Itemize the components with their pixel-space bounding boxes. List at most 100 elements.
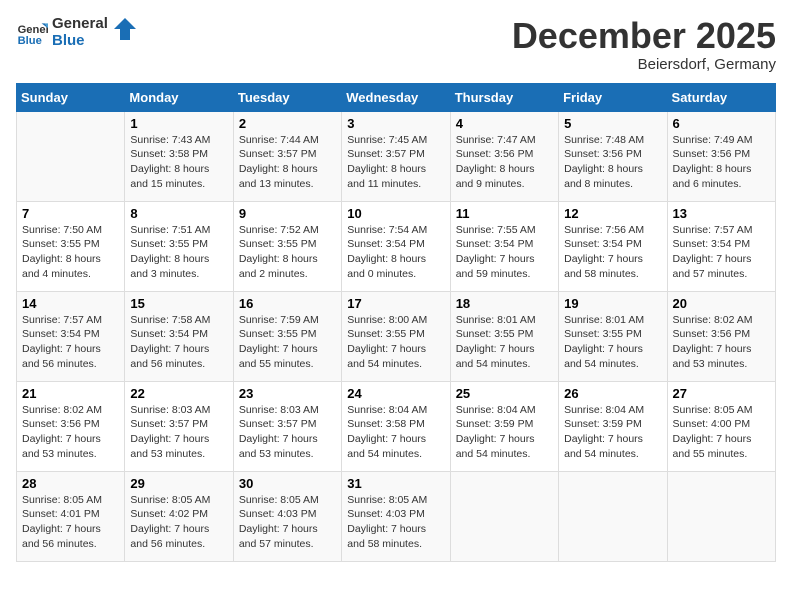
day-info: Sunrise: 7:50 AM Sunset: 3:55 PM Dayligh… <box>22 223 119 282</box>
day-number: 9 <box>239 206 336 221</box>
day-number: 5 <box>564 116 661 131</box>
calendar-cell: 9Sunrise: 7:52 AM Sunset: 3:55 PM Daylig… <box>233 201 341 291</box>
day-info: Sunrise: 8:05 AM Sunset: 4:01 PM Dayligh… <box>22 493 119 552</box>
logo-blue: Blue <box>52 33 108 50</box>
day-number: 7 <box>22 206 119 221</box>
calendar-cell: 29Sunrise: 8:05 AM Sunset: 4:02 PM Dayli… <box>125 471 233 561</box>
weekday-header-tuesday: Tuesday <box>233 83 341 111</box>
calendar-cell: 27Sunrise: 8:05 AM Sunset: 4:00 PM Dayli… <box>667 381 775 471</box>
day-number: 3 <box>347 116 444 131</box>
weekday-header-thursday: Thursday <box>450 83 558 111</box>
day-number: 28 <box>22 476 119 491</box>
day-number: 20 <box>673 296 770 311</box>
day-info: Sunrise: 7:55 AM Sunset: 3:54 PM Dayligh… <box>456 223 553 282</box>
calendar-cell: 3 Sunrise: 7:45 AM Sunset: 3:57 PM Daylig… <box>342 111 450 201</box>
day-number: 18 <box>456 296 553 311</box>
day-number: 1 <box>130 116 227 131</box>
day-info: Sunrise: 8:02 AM Sunset: 3:56 PM Dayligh… <box>22 403 119 462</box>
calendar-cell: 20 Sunrise: 8:02 AM Sunset: 3:56 PM Dayli… <box>667 291 775 381</box>
calendar-cell: 1 Sunrise: 7:43 AM Sunset: 3:58 PM Daylig… <box>125 111 233 201</box>
day-info: Sunrise: 7:47 AM Sunset: 3:56 PM Dayligh… <box>456 133 553 192</box>
day-number: 30 <box>239 476 336 491</box>
day-number: 27 <box>673 386 770 401</box>
day-info: Sunrise: 7:59 AM Sunset: 3:55 PM Dayligh… <box>239 313 336 372</box>
calendar-cell: 31 Sunrise: 8:05 AM Sunset: 4:03 PM Dayli… <box>342 471 450 561</box>
day-info: Sunrise: 7:45 AM Sunset: 3:57 PM Dayligh… <box>347 133 444 192</box>
calendar-cell <box>450 471 558 561</box>
day-number: 26 <box>564 386 661 401</box>
day-number: 14 <box>22 296 119 311</box>
day-info: Sunrise: 8:04 AM Sunset: 3:58 PM Dayligh… <box>347 403 444 462</box>
day-number: 24 <box>347 386 444 401</box>
calendar-cell: 12 Sunrise: 7:56 AM Sunset: 3:54 PM Dayli… <box>559 201 667 291</box>
calendar-cell: 23Sunrise: 8:03 AM Sunset: 3:57 PM Dayli… <box>233 381 341 471</box>
day-number: 12 <box>564 206 661 221</box>
day-number: 4 <box>456 116 553 131</box>
calendar-cell: 10 Sunrise: 7:54 AM Sunset: 3:54 PM Dayli… <box>342 201 450 291</box>
calendar-cell: 4 Sunrise: 7:47 AM Sunset: 3:56 PM Daylig… <box>450 111 558 201</box>
day-info: Sunrise: 8:02 AM Sunset: 3:56 PM Dayligh… <box>673 313 770 372</box>
day-number: 16 <box>239 296 336 311</box>
weekday-header-sunday: Sunday <box>17 83 125 111</box>
day-info: Sunrise: 8:05 AM Sunset: 4:03 PM Dayligh… <box>239 493 336 552</box>
location-label: Beiersdorf, Germany <box>512 56 776 73</box>
svg-text:Blue: Blue <box>18 35 42 47</box>
calendar-cell: 2 Sunrise: 7:44 AM Sunset: 3:57 PM Daylig… <box>233 111 341 201</box>
day-number: 6 <box>673 116 770 131</box>
calendar-cell <box>667 471 775 561</box>
svg-text:General: General <box>18 24 48 36</box>
weekday-header-monday: Monday <box>125 83 233 111</box>
day-number: 22 <box>130 386 227 401</box>
calendar-week-4: 21 Sunrise: 8:02 AM Sunset: 3:56 PM Dayli… <box>17 381 776 471</box>
calendar-cell: 15 Sunrise: 7:58 AM Sunset: 3:54 PM Dayli… <box>125 291 233 381</box>
title-section: December 2025 Beiersdorf, Germany <box>512 16 776 73</box>
day-info: Sunrise: 7:58 AM Sunset: 3:54 PM Dayligh… <box>130 313 227 372</box>
calendar-cell: 17 Sunrise: 8:00 AM Sunset: 3:55 PM Dayli… <box>342 291 450 381</box>
day-info: Sunrise: 8:01 AM Sunset: 3:55 PM Dayligh… <box>564 313 661 372</box>
calendar-cell: 16 Sunrise: 7:59 AM Sunset: 3:55 PM Dayli… <box>233 291 341 381</box>
day-number: 2 <box>239 116 336 131</box>
day-info: Sunrise: 8:01 AM Sunset: 3:55 PM Dayligh… <box>456 313 553 372</box>
day-number: 17 <box>347 296 444 311</box>
day-info: Sunrise: 8:05 AM Sunset: 4:03 PM Dayligh… <box>347 493 444 552</box>
day-info: Sunrise: 7:43 AM Sunset: 3:58 PM Dayligh… <box>130 133 227 192</box>
day-number: 8 <box>130 206 227 221</box>
day-info: Sunrise: 7:51 AM Sunset: 3:55 PM Dayligh… <box>130 223 227 282</box>
day-number: 10 <box>347 206 444 221</box>
calendar-cell: 30 Sunrise: 8:05 AM Sunset: 4:03 PM Dayli… <box>233 471 341 561</box>
calendar-cell <box>17 111 125 201</box>
day-info: Sunrise: 8:04 AM Sunset: 3:59 PM Dayligh… <box>456 403 553 462</box>
weekday-header-row: SundayMondayTuesdayWednesdayThursdayFrid… <box>17 83 776 111</box>
logo-icon: General Blue <box>16 17 48 49</box>
day-number: 31 <box>347 476 444 491</box>
day-info: Sunrise: 8:00 AM Sunset: 3:55 PM Dayligh… <box>347 313 444 372</box>
day-info: Sunrise: 7:49 AM Sunset: 3:56 PM Dayligh… <box>673 133 770 192</box>
day-info: Sunrise: 8:04 AM Sunset: 3:59 PM Dayligh… <box>564 403 661 462</box>
weekday-header-wednesday: Wednesday <box>342 83 450 111</box>
day-number: 13 <box>673 206 770 221</box>
calendar-week-1: 1 Sunrise: 7:43 AM Sunset: 3:58 PM Daylig… <box>17 111 776 201</box>
day-info: Sunrise: 7:44 AM Sunset: 3:57 PM Dayligh… <box>239 133 336 192</box>
day-number: 15 <box>130 296 227 311</box>
calendar-cell: 8 Sunrise: 7:51 AM Sunset: 3:55 PM Daylig… <box>125 201 233 291</box>
calendar-cell: 24 Sunrise: 8:04 AM Sunset: 3:58 PM Dayli… <box>342 381 450 471</box>
calendar-cell: 14 Sunrise: 7:57 AM Sunset: 3:54 PM Dayli… <box>17 291 125 381</box>
calendar-cell: 19Sunrise: 8:01 AM Sunset: 3:55 PM Dayli… <box>559 291 667 381</box>
page-header: General Blue General Blue December 2025 … <box>16 16 776 73</box>
calendar-cell: 25 Sunrise: 8:04 AM Sunset: 3:59 PM Dayli… <box>450 381 558 471</box>
calendar-cell: 11Sunrise: 7:55 AM Sunset: 3:54 PM Dayli… <box>450 201 558 291</box>
calendar-cell: 13 Sunrise: 7:57 AM Sunset: 3:54 PM Dayli… <box>667 201 775 291</box>
day-info: Sunrise: 7:57 AM Sunset: 3:54 PM Dayligh… <box>673 223 770 282</box>
calendar-week-2: 7 Sunrise: 7:50 AM Sunset: 3:55 PM Daylig… <box>17 201 776 291</box>
weekday-header-saturday: Saturday <box>667 83 775 111</box>
day-info: Sunrise: 7:57 AM Sunset: 3:54 PM Dayligh… <box>22 313 119 372</box>
day-number: 23 <box>239 386 336 401</box>
logo-chevron-icon <box>114 18 136 40</box>
day-number: 21 <box>22 386 119 401</box>
logo: General Blue General Blue <box>16 16 136 49</box>
calendar-cell: 5Sunrise: 7:48 AM Sunset: 3:56 PM Daylig… <box>559 111 667 201</box>
day-info: Sunrise: 7:56 AM Sunset: 3:54 PM Dayligh… <box>564 223 661 282</box>
calendar-cell: 28 Sunrise: 8:05 AM Sunset: 4:01 PM Dayli… <box>17 471 125 561</box>
day-number: 25 <box>456 386 553 401</box>
day-info: Sunrise: 7:54 AM Sunset: 3:54 PM Dayligh… <box>347 223 444 282</box>
